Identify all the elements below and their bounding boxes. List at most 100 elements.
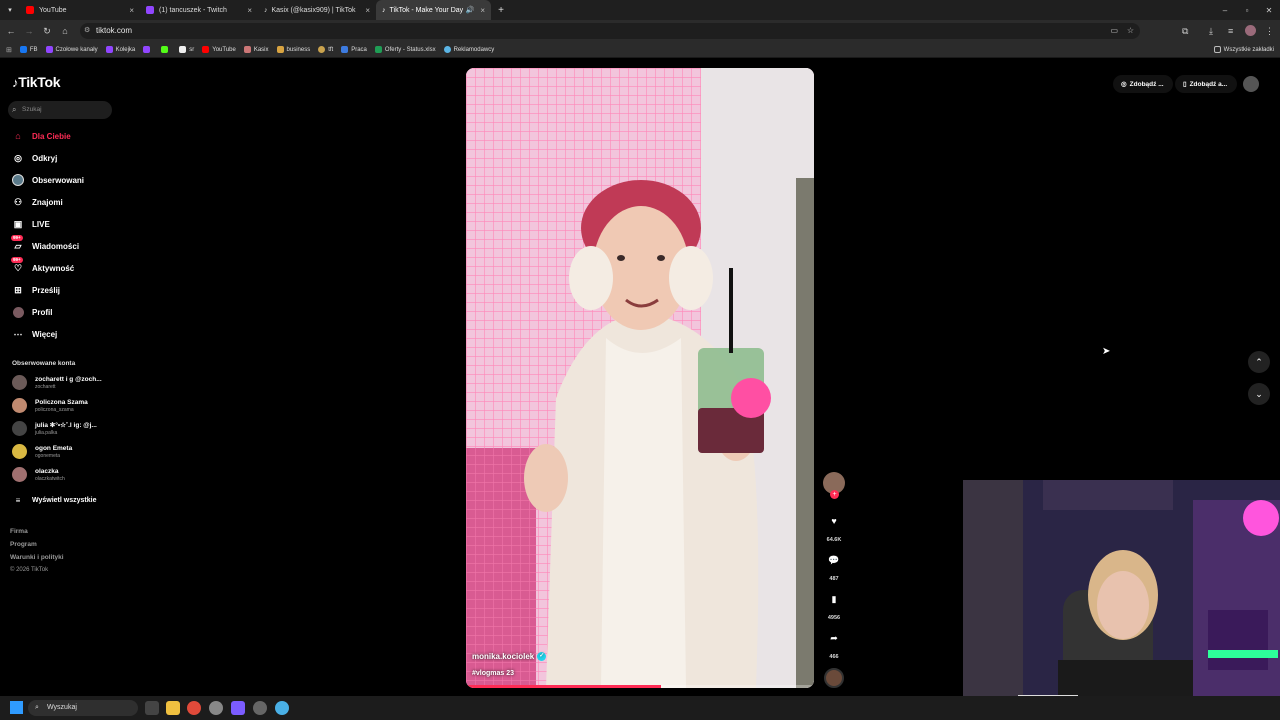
share-icon[interactable]: ➦ [826,630,842,646]
see-all-button[interactable]: ≡ Wyświetl wszystkie [12,492,97,508]
tab-menu-icon[interactable]: ▾ [0,0,20,20]
tab-tiktok-profile[interactable]: ♪ Kasix (@kasix909) | TikTok × [258,0,376,20]
followed-account[interactable]: julia ✻°•☆˚.l ig: @j... julia.palka [12,421,97,436]
close-icon[interactable]: × [129,6,134,15]
nav-following[interactable]: Obserwowani [12,172,84,188]
extensions-icon[interactable]: ⧉ [1182,26,1188,37]
next-video-button[interactable]: ⌄ [1248,383,1270,405]
followed-account[interactable]: zocharett i g @zoch... zocharett [12,375,102,390]
like-icon[interactable]: ♥ [826,513,842,529]
windows-start-icon[interactable] [10,701,23,714]
maximize-icon[interactable]: ▫ [1236,6,1258,15]
bookmark-icon[interactable]: ▮ [826,591,842,607]
new-tab-button[interactable]: + [491,0,511,20]
media-player-icon[interactable] [253,701,267,715]
follow-plus-icon[interactable]: + [830,490,839,499]
previous-video-button[interactable]: ⌃ [1248,351,1270,373]
comment-icon[interactable]: 💬 [826,552,842,568]
file-explorer-icon[interactable] [166,701,180,715]
close-icon[interactable]: × [365,6,370,15]
bookmark-fb[interactable]: FB [19,46,38,53]
app-icon[interactable] [209,701,223,715]
footer-link-terms[interactable]: Warunki i polityki [10,554,64,561]
followed-account[interactable]: Policzona Szama policzona_szama [12,398,88,413]
search-input[interactable]: ⌕ Szukaj [8,101,112,119]
video-player[interactable]: monika.kociolek ✓ #vlogmas 23 [466,68,814,688]
nav-label: Prześlij [32,285,61,295]
bookmark-kasix[interactable]: Kasix [243,46,269,53]
nav-explore[interactable]: ◎ Odkryj [12,150,57,166]
followed-account[interactable]: ogon Emeta ogonemeta [12,444,72,459]
speaker-icon[interactable]: 🔊 [466,6,475,14]
download-icon [179,46,187,53]
bookmark-tft[interactable]: tft [318,46,333,53]
profile-avatar[interactable] [1245,25,1256,36]
close-icon[interactable]: × [480,6,485,15]
video-author[interactable]: monika.kociolek ✓ [472,652,547,661]
bookmark-kolejka[interactable]: Kolejka [105,46,135,53]
nav-friends[interactable]: ⚇ Znajomi [12,194,63,210]
footer-link-program[interactable]: Program [10,541,37,548]
folder-icon [1213,46,1221,53]
bookmark-praca[interactable]: Praca [341,46,367,53]
bookmark-czolowe[interactable]: Czołowe kanały [45,46,98,53]
bookmark-twitch[interactable] [143,46,153,53]
tab-youtube[interactable]: YouTube × [20,0,140,20]
cast-icon[interactable]: ▭ [1110,23,1118,39]
author-name: monika.kociolek [472,652,535,661]
discord-icon[interactable] [231,701,245,715]
taskbar-search[interactable]: ⌕ Wyszukaj [28,700,138,716]
search-icon: ⌕ [35,704,39,711]
back-icon[interactable]: ← [2,26,20,36]
apps-icon[interactable]: ⊞ [6,46,12,54]
chrome-icon[interactable] [187,701,201,715]
tab-tiktok-active[interactable]: ♪ TikTok - Make Your Day 🔊 × [376,0,491,20]
minimize-icon[interactable]: – [1214,6,1236,15]
nav-activity[interactable]: ♡ 99+ Aktywność [11,257,74,276]
twitch-icon [146,6,154,14]
progress-bar[interactable] [466,685,814,688]
comment-count: 487 [829,576,839,582]
url-field[interactable]: ⚙ tiktok.com ▭ ☆ [80,23,1140,39]
nav-upload[interactable]: ⊞ Prześlij [12,282,60,298]
nav-messages[interactable]: ▱ 99+ Wiadomości [11,235,79,254]
bookmark-business[interactable]: business [276,46,310,53]
bookmark-folder[interactable]: Wszystkie zakładki [1213,46,1274,53]
bookmark-sr[interactable]: sr [179,46,194,53]
site-info-icon[interactable]: ⚙ [84,23,90,39]
bookmark-reklamodawcy[interactable]: Reklamodawcy [443,46,494,53]
video-frame [466,68,814,688]
star-icon[interactable]: ☆ [1127,23,1134,39]
friends-icon: ⚇ [13,196,23,207]
bookmark-youtube[interactable]: YouTube [202,46,236,53]
close-icon[interactable]: × [247,6,252,15]
avatar [12,375,27,390]
nav-profile[interactable]: Profil [12,304,52,320]
browser-icon[interactable] [275,701,289,715]
download-icon[interactable]: ⤓ [1209,26,1213,37]
forward-icon[interactable]: → [20,26,38,36]
nav-live[interactable]: ▣ LIVE [12,216,50,232]
video-caption[interactable]: #vlogmas 23 [472,670,514,677]
tiktok-logo[interactable]: ♪TikTok [12,74,61,90]
task-view-icon[interactable] [145,701,159,715]
webcam-frame [963,480,1280,720]
bookmark-kick[interactable] [161,46,171,53]
followed-account[interactable]: olaczka olaczkatwitch [12,467,65,482]
menu-icon[interactable]: ⋮ [1265,26,1274,37]
bookmark-oferty[interactable]: Oferty - Status.xlsx [374,46,436,53]
reload-icon[interactable]: ↻ [38,26,56,37]
tab-twitch[interactable]: (1) tancuszek - Twitch × [140,0,258,20]
footer-link-company[interactable]: Firma [10,528,28,535]
user-avatar[interactable] [1243,76,1259,92]
nav-for-you[interactable]: ⌂ Dla Ciebie [12,128,70,144]
media-icon[interactable]: ≡ [1228,26,1233,36]
notification-badge: 99+ [11,257,23,263]
music-disc[interactable] [824,668,844,688]
get-coins-button[interactable]: ◎ Zdobądź ... [1113,75,1173,93]
nav-more[interactable]: ⋯ Więcej [12,326,58,342]
compass-icon: ◎ [14,152,22,163]
home-button-icon[interactable]: ⌂ [56,26,74,36]
get-app-button[interactable]: ▯ Zdobądź a... [1175,75,1237,93]
close-window-icon[interactable]: ✕ [1258,6,1280,15]
